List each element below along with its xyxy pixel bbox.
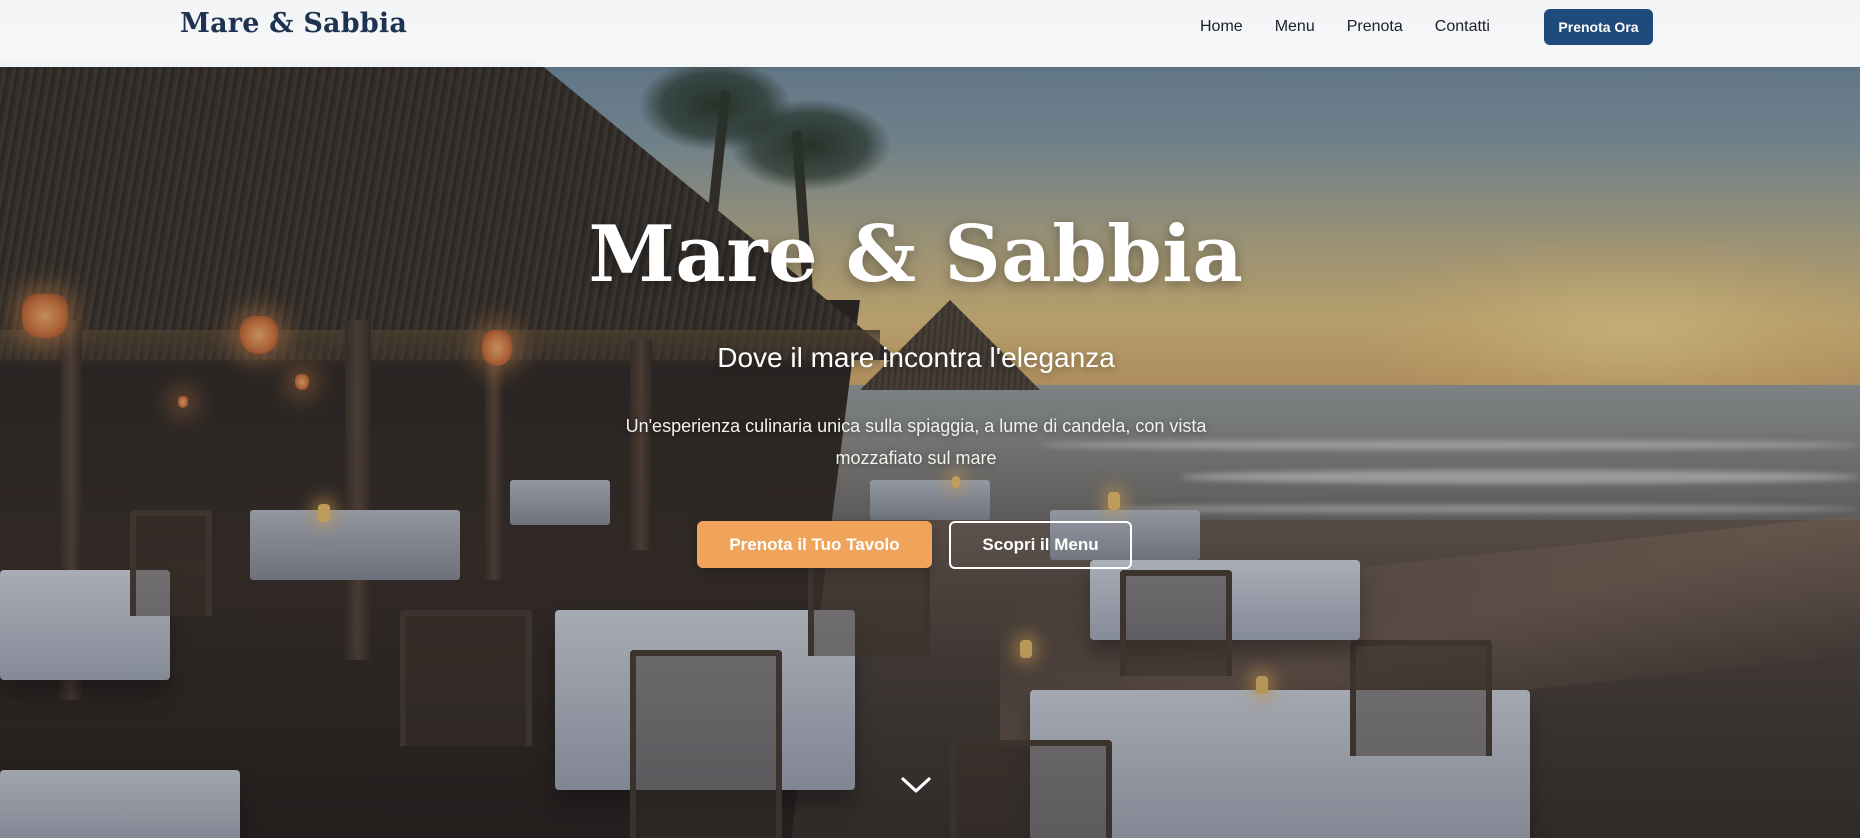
discover-menu-button[interactable]: Scopri il Menu xyxy=(949,521,1132,569)
nav-link-prenota[interactable]: Prenota xyxy=(1347,18,1403,36)
site-logo[interactable]: Mare & Sabbia xyxy=(180,8,407,39)
nav-link-home[interactable]: Home xyxy=(1200,18,1243,36)
hero-description: Un'esperienza culinaria unica sulla spia… xyxy=(625,416,1207,468)
page: Mare & Sabbia Home Menu Prenota Contatti… xyxy=(0,0,1860,838)
site-header: Mare & Sabbia Home Menu Prenota Contatti… xyxy=(0,0,1860,67)
hero-title: Mare & Sabbia xyxy=(588,209,1244,300)
nav-link-contatti[interactable]: Contatti xyxy=(1435,18,1490,36)
book-now-button[interactable]: Prenota Ora xyxy=(1544,9,1653,45)
hero-subtitle: Dove il mare incontra l'eleganza xyxy=(717,342,1115,373)
hero-section: Mare & Sabbia Dove il mare incontra l'el… xyxy=(0,0,1860,838)
book-table-button[interactable]: Prenota il Tuo Tavolo xyxy=(697,521,932,568)
nav-link-menu[interactable]: Menu xyxy=(1275,18,1315,36)
main-nav: Home Menu Prenota Contatti xyxy=(1200,0,1522,54)
chevron-down-icon[interactable] xyxy=(899,772,933,798)
